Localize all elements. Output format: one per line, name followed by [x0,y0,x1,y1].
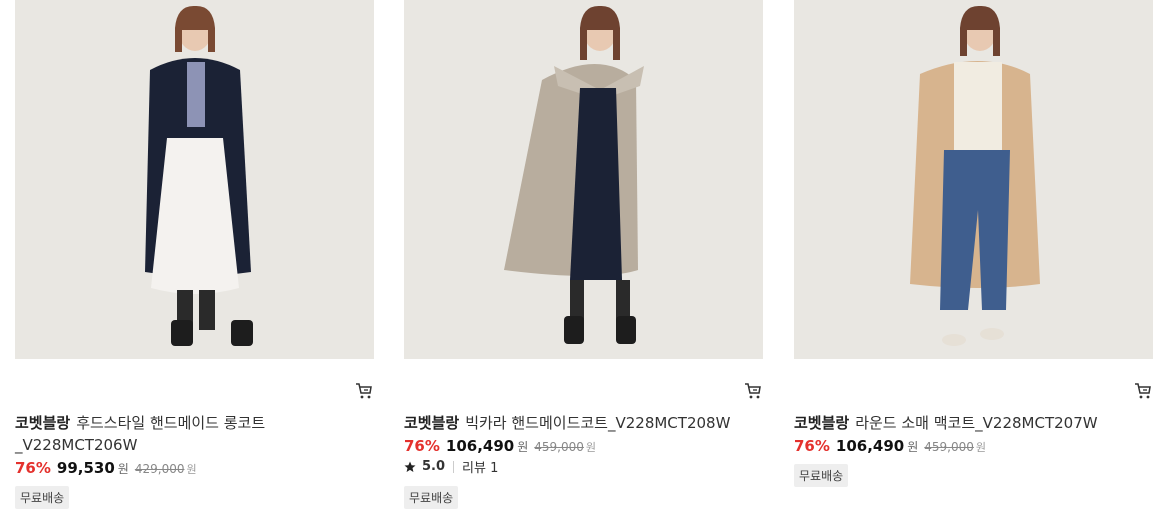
discount-rate: 76% [15,459,51,477]
review-count: 리뷰 1 [462,461,499,476]
currency-label: 원 [907,440,919,454]
review-summary[interactable]: 5.0 리뷰 1 [404,457,498,476]
product-card[interactable]: 코벳블랑 후드스타일 핸드메이드 롱코트 _V228MCT206W 76% 99,… [15,0,375,509]
cart-icon[interactable] [744,382,762,400]
product-image[interactable] [794,0,1153,359]
product-name: 라운드 소매 맥코트_V228MCT207W [855,414,1098,432]
product-card[interactable]: 코벳블랑 빅카라 핸드메이드코트_V228MCT208W 76% 106,490 … [404,0,764,509]
cart-icon[interactable] [1134,382,1152,400]
product-title[interactable]: 코벳블랑 라운드 소매 맥코트_V228MCT207W [794,412,1154,434]
discount-rate: 76% [794,437,830,455]
price-row: 76% 99,530 원 429,000 원 [15,459,197,477]
product-name: 빅카라 핸드메이드코트_V228MCT208W [465,414,731,432]
sale-price: 106,490 [835,437,905,455]
free-shipping-badge: 무료배송 [404,486,459,509]
original-price: 459,000 [534,440,584,454]
free-shipping-badge: 무료배송 [794,464,849,487]
product-card[interactable]: 코벳블랑 라운드 소매 맥코트_V228MCT207W 76% 106,490 원… [794,0,1154,487]
original-currency-label: 원 [585,441,597,454]
brand-name: 코벳블랑 [794,414,850,432]
discount-rate: 76% [404,437,440,455]
price-row: 76% 106,490 원 459,000 원 [794,437,986,455]
original-price: 459,000 [924,440,974,454]
currency-label: 원 [117,462,129,476]
star-icon [404,461,416,472]
original-currency-label: 원 [975,441,987,454]
product-image[interactable] [15,0,374,359]
product-name: 후드스타일 핸드메이드 롱코트 [76,414,266,432]
product-title[interactable]: 코벳블랑 빅카라 핸드메이드코트_V228MCT208W [404,412,764,434]
brand-name: 코벳블랑 [404,414,460,432]
sale-price: 99,530 [56,459,115,477]
original-currency-label: 원 [186,463,197,476]
brand-name: 코벳블랑 [15,414,71,432]
free-shipping-badge: 무료배송 [15,486,70,509]
rating-value: 5.0 [422,459,446,474]
price-row: 76% 106,490 원 459,000 원 [404,437,596,455]
product-image[interactable] [404,0,763,359]
original-price: 429,000 [134,462,185,476]
cart-icon[interactable] [355,382,373,400]
product-name-line2: _V228MCT206W [15,436,138,454]
product-grid: 코벳블랑 후드스타일 핸드메이드 롱코트 _V228MCT206W 76% 99,… [0,0,1157,522]
product-title[interactable]: 코벳블랑 후드스타일 핸드메이드 롱코트 _V228MCT206W [15,412,315,456]
divider [453,460,455,473]
currency-label: 원 [517,440,529,454]
sale-price: 106,490 [445,437,515,455]
